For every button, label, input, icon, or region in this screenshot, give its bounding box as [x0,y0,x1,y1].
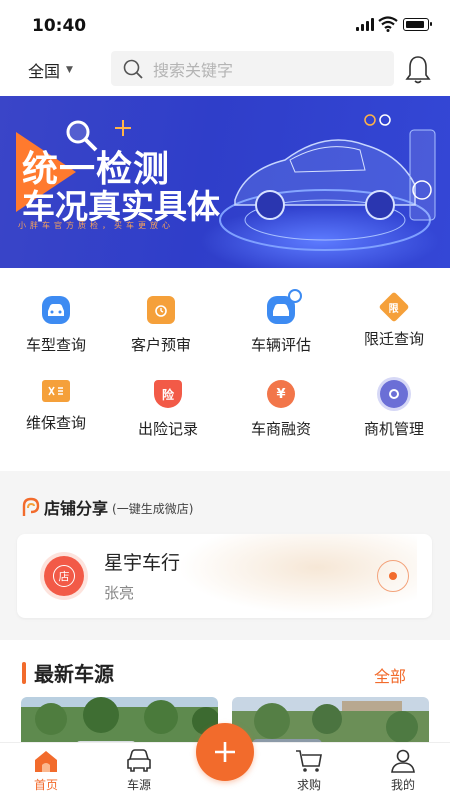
tab-label: 首页 [33,778,58,792]
battery-icon [403,18,432,31]
tab-listings[interactable]: 车源 [109,749,169,793]
feature-customer-precheck[interactable]: 客户预审 [105,296,217,355]
search-placeholder: 搜索关键字 [153,60,234,80]
target-icon [380,380,408,408]
shop-card[interactable]: 店 星宇车行 张亮 [17,534,432,618]
yuan-coin-icon: ¥ [267,380,295,408]
diamond-badge-icon: 限 [378,291,410,323]
feature-label: 客户预审 [130,336,191,354]
feature-grid: 车型查询 客户预审 车辆评估 限 限迁查询 维保查询 险 出险记录 ¥ 车商融资… [0,268,450,471]
home-icon [35,751,57,772]
feature-car-model-query[interactable]: 车型查询 [0,296,112,355]
shop-avatar-text: 店 [53,565,75,587]
region-selector[interactable]: 全国 ▼ [28,58,73,82]
feature-label: 车辆评估 [250,336,311,354]
feature-label: 商机管理 [363,420,424,438]
car-front-icon [127,749,151,772]
shop-name: 星宇车行 [104,552,181,574]
plus-icon [215,742,235,762]
car-icon [42,296,70,324]
feature-opportunity-management[interactable]: 商机管理 [338,380,450,439]
section-accent-bar [22,662,26,684]
feature-vehicle-appraisal[interactable]: 车辆评估 [225,289,337,355]
shop-owner: 张亮 [104,584,135,602]
status-time: 10:40 [32,16,87,36]
tab-label: 我的 [390,778,415,792]
tab-label: 车源 [126,778,151,792]
shop-share-title: 店铺分享 [44,499,109,518]
person-icon [391,749,415,773]
shop-share-header: 店铺分享 (一键生成微店) [20,495,193,519]
wireframe-car-illustration [219,114,436,251]
clock-clipboard-icon [147,296,175,324]
feature-label: 车商融资 [250,420,311,438]
feature-label: 车型查询 [25,336,86,354]
feature-claim-records[interactable]: 险 出险记录 [112,380,224,439]
feature-label: 维保查询 [25,414,86,432]
signal-icon [356,18,374,31]
feature-label: 出险记录 [137,420,198,438]
feature-maintenance-query[interactable]: 维保查询 [0,380,112,433]
insurance-badge-text: 险 [161,387,174,402]
limit-badge-text: 限 [389,303,399,315]
finance-badge-text: ¥ [276,386,286,402]
top-header: 10:40 全国 ▼ 搜索关键字 [0,0,450,96]
share-target-button[interactable] [377,560,409,592]
feature-transfer-limit-query[interactable]: 限 限迁查询 [338,291,450,349]
tab-wanted[interactable]: 求购 [279,749,339,793]
promo-banner[interactable]: 统一检测 车况真实具体 小胖车官方质检，买车更放心 [0,96,450,268]
publish-plus-button[interactable] [196,723,254,781]
tab-home[interactable]: 首页 [16,749,76,793]
target-dot-icon [389,572,397,580]
shop-avatar: 店 [44,556,84,596]
shop-share-hint: (一键生成微店) [112,502,194,516]
tab-mine[interactable]: 我的 [373,749,433,793]
tools-icon [42,380,70,402]
latest-title: 最新车源 [34,662,114,686]
banner-tagline: 小胖车官方质检，买车更放心 [18,221,174,230]
region-label: 全国 [28,62,61,81]
caret-down-icon: ▼ [66,65,73,75]
shield-icon: 险 [154,380,182,408]
feature-dealer-financing[interactable]: ¥ 车商融资 [225,380,337,439]
cart-icon [296,750,322,772]
wifi-icon [378,16,398,32]
view-all-link[interactable]: 全部 [374,663,406,687]
car-search-icon [267,289,302,324]
share-logo-icon [22,497,40,516]
sparkle-decoration-icon [115,120,131,136]
feature-label: 限迁查询 [363,330,424,348]
shop-share-section: 店铺分享 (一键生成微店) 店 星宇车行 张亮 [0,490,450,640]
bell-icon[interactable] [405,55,431,85]
search-input[interactable]: 搜索关键字 [111,51,394,86]
tab-label: 求购 [296,778,321,792]
search-icon [123,59,143,79]
